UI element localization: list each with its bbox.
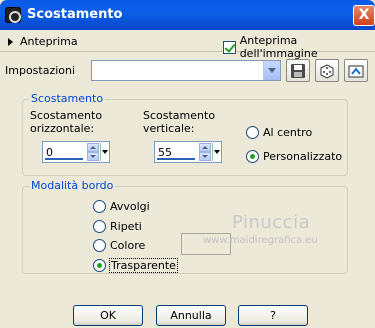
dropdown-arrow-icon[interactable]: [100, 143, 109, 161]
app-icon: [5, 7, 21, 23]
reset-button[interactable]: [344, 59, 368, 82]
radio-custom[interactable]: Personalizzato: [246, 150, 342, 163]
radio-transparent[interactable]: Trasparente: [93, 258, 178, 273]
radio-button[interactable]: [93, 259, 106, 272]
dice-icon: [320, 64, 334, 79]
cancel-button[interactable]: Annulla: [156, 305, 226, 326]
watermark-url: www.maidiregrafica.eu: [203, 235, 318, 246]
increment-icon[interactable]: [199, 143, 211, 152]
settings-label: Impostazioni: [5, 64, 76, 77]
value-slider-track[interactable]: [45, 158, 83, 160]
offset-group-label: Scostamento: [29, 92, 106, 105]
close-button[interactable]: X: [353, 5, 375, 26]
decrement-icon[interactable]: [87, 152, 99, 161]
expand-arrow-icon: [8, 37, 13, 46]
settings-row: Impostazioni: [0, 56, 375, 86]
radio-color[interactable]: Colore: [93, 239, 145, 252]
preview-bar: Anteprima Anteprima dell'immagine: [0, 30, 375, 60]
radio-button[interactable]: [246, 126, 259, 139]
save-preset-button[interactable]: [286, 59, 310, 82]
increment-icon[interactable]: [87, 143, 99, 152]
radio-wrap[interactable]: Avvolgi: [93, 200, 150, 213]
decrement-icon[interactable]: [199, 152, 211, 161]
help-button[interactable]: ?: [238, 305, 308, 326]
spin-buttons[interactable]: [199, 143, 211, 161]
title-bar[interactable]: Scostamento X: [0, 0, 375, 30]
radio-button[interactable]: [93, 239, 106, 252]
spin-buttons[interactable]: [87, 143, 99, 161]
radio-repeat[interactable]: Ripeti: [93, 220, 142, 233]
dropdown-arrow-icon[interactable]: [212, 143, 221, 161]
radio-repeat-label: Ripeti: [110, 220, 142, 233]
radio-color-label: Colore: [110, 239, 146, 252]
radio-button[interactable]: [93, 200, 106, 213]
dialog-window: Scostamento X Anteprima Anteprima dell'i…: [0, 0, 375, 328]
vertical-offset-label-1: Scostamento: [143, 109, 216, 122]
floppy-disk-icon: [291, 64, 305, 78]
horizontal-offset-label-2: orizzontale:: [30, 122, 95, 135]
radio-center-label: Al centro: [263, 126, 313, 139]
watermark-text: Pinuccia: [232, 212, 311, 233]
radio-button[interactable]: [93, 220, 106, 233]
value-slider-track[interactable]: [157, 158, 195, 160]
vertical-offset-label-2: verticale:: [143, 122, 195, 135]
checkbox-box[interactable]: [223, 40, 236, 54]
horizontal-offset-stepper[interactable]: 0: [42, 141, 110, 163]
ok-button[interactable]: OK: [73, 305, 143, 326]
window-title: Scostamento: [27, 7, 123, 22]
vertical-offset-stepper[interactable]: 55: [154, 141, 222, 163]
randomize-button[interactable]: [315, 59, 339, 82]
radio-button[interactable]: [246, 150, 259, 163]
settings-dropdown[interactable]: [91, 60, 281, 81]
radio-center[interactable]: Al centro: [246, 126, 312, 139]
radio-wrap-label: Avvolgi: [110, 200, 150, 213]
horizontal-offset-label-1: Scostamento: [30, 109, 103, 122]
chevron-down-icon[interactable]: [263, 61, 280, 80]
radio-transparent-label: Trasparente: [109, 258, 178, 273]
preview-toggle[interactable]: Anteprima: [8, 35, 78, 48]
radio-custom-label: Personalizzato: [263, 150, 343, 163]
preview-toggle-label: Anteprima: [20, 35, 78, 48]
reset-icon: [348, 65, 364, 78]
edge-mode-group-label: Modalità bordo: [29, 179, 116, 192]
